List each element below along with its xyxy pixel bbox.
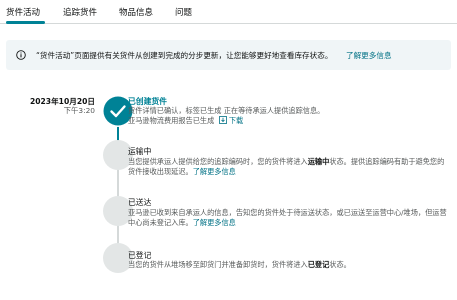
step-fee-report: 亚马逊物流费用报告已生成 下载 [128,115,243,126]
download-link[interactable]: 下载 [229,116,243,125]
timeline-time: 下午3:20 [63,106,95,115]
tab-bar: 货件活动 追踪货件 物品信息 问题 [0,0,457,24]
banner-text: “货件活动”页面提供有关货件从创建到完成的分步更新，让您能够更好地查看库存状态。 [36,51,333,60]
step-desc-delivered-2: 中心尚未登记入库。了解更多信息 [128,218,236,227]
tab-track-shipment[interactable]: 追踪货件 [63,6,97,18]
step-desc-in-transit-2: 货件接收出现延迟。了解更多信息 [128,167,236,176]
banner-learn-more-link[interactable]: 了解更多信息 [346,50,392,61]
tab-item-info[interactable]: 物品信息 [119,6,153,18]
tab-shipment-activity[interactable]: 货件活动 [6,6,40,18]
active-tab-indicator [6,21,45,24]
in-transit-learn-more-link[interactable]: 了解更多信息 [193,167,236,176]
step-desc-checked-in: 当您的货件从堆场移至卸货门并准备卸货时，货件将进入已登记状态。 [128,260,351,269]
tab-issues[interactable]: 问题 [175,6,192,18]
fee-report-text: 亚马逊物流费用报告已生成 [128,116,215,125]
info-icon [16,50,26,60]
download-icon[interactable] [218,116,227,124]
delivered-learn-more-link[interactable]: 了解更多信息 [193,218,236,227]
